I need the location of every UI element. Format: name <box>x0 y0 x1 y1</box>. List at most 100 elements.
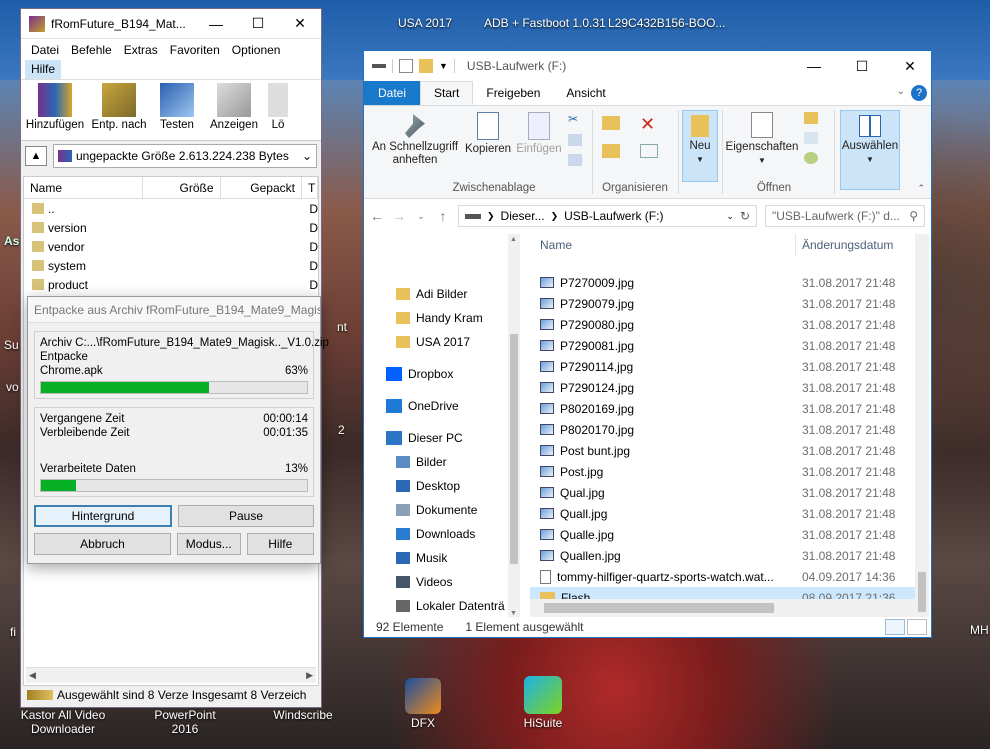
details-view-icon[interactable] <box>885 619 905 635</box>
file-row[interactable]: Qualle.jpg 31.08.2017 21:48 <box>530 524 928 545</box>
file-row[interactable]: P7290079.jpg 31.08.2017 21:48 <box>530 293 928 314</box>
scroll-right-icon[interactable]: ▶ <box>306 670 313 681</box>
file-row[interactable]: Qual.jpg 31.08.2017 21:48 <box>530 482 928 503</box>
file-row[interactable]: Quallen.jpg 31.08.2017 21:48 <box>530 545 928 566</box>
file-row[interactable]: P7290114.jpg 31.08.2017 21:48 <box>530 356 928 377</box>
tab-ansicht[interactable]: Ansicht <box>553 81 618 105</box>
scrollbar-thumb[interactable] <box>544 603 774 613</box>
menu-favoriten[interactable]: Favoriten <box>164 41 226 60</box>
breadcrumb-segment[interactable]: USB-Laufwerk (F:) <box>564 209 720 223</box>
minimize-icon[interactable]: — <box>793 51 835 81</box>
desktop-icon-hisuite[interactable]: HiSuite <box>498 676 588 730</box>
delete-icon[interactable]: ✕ <box>640 114 655 135</box>
paste-shortcut-icon[interactable] <box>568 154 582 166</box>
extract-to-button[interactable]: Entp. nach <box>89 80 149 140</box>
desktop-icon-label[interactable]: ADB + Fastboot 1.0.31 <box>484 16 606 30</box>
close-icon[interactable]: ✕ <box>889 51 931 81</box>
menu-hilfe[interactable]: Hilfe <box>25 60 62 79</box>
content-scrollbar[interactable] <box>915 234 929 619</box>
cancel-button[interactable]: Abbruch <box>34 533 171 555</box>
tab-datei[interactable]: Datei <box>364 81 421 105</box>
menu-datei[interactable]: Datei <box>25 41 65 60</box>
list-item[interactable]: version D <box>24 218 318 237</box>
file-row[interactable]: Post.jpg 31.08.2017 21:48 <box>530 461 928 482</box>
copy-path-icon[interactable] <box>568 134 582 146</box>
nav-item[interactable]: USA 2017 <box>364 330 520 354</box>
tab-start[interactable]: Start <box>420 81 474 105</box>
nav-item[interactable]: OneDrive <box>364 394 520 418</box>
list-item[interactable]: .. D <box>24 199 318 218</box>
breadcrumb-segment[interactable]: Dieser... <box>501 209 545 223</box>
properties-icon[interactable] <box>399 59 413 73</box>
path-combo[interactable]: ungepackte Größe 2.613.224.238 Bytes ⌄ <box>53 144 317 168</box>
list-item[interactable]: system D <box>24 256 318 275</box>
file-row[interactable]: Quall.jpg 31.08.2017 21:48 <box>530 503 928 524</box>
menu-optionen[interactable]: Optionen <box>226 41 287 60</box>
file-row[interactable]: P7270009.jpg 31.08.2017 21:48 <box>530 272 928 293</box>
file-row[interactable]: P7290081.jpg 31.08.2017 21:48 <box>530 335 928 356</box>
up-icon[interactable]: ↑ <box>436 208 450 224</box>
recent-locations-icon[interactable]: ⌄ <box>414 211 428 222</box>
nav-item[interactable]: Lokaler Datenträ <box>364 594 520 618</box>
pause-button[interactable]: Pause <box>178 505 314 527</box>
scroll-left-icon[interactable]: ◀ <box>29 670 36 681</box>
column-size[interactable]: Größe <box>143 177 221 198</box>
explorer-titlebar[interactable]: ▼ USB-Laufwerk (F:) — ☐ ✕ <box>364 51 931 81</box>
nav-item[interactable]: Dropbox <box>364 362 520 386</box>
select-button[interactable]: Auswählen ▼ <box>840 110 900 190</box>
collapse-ribbon-icon[interactable]: ⌃ <box>917 183 925 194</box>
desktop-icon-dfx[interactable]: DFX <box>378 678 468 730</box>
nav-item[interactable]: Dokumente <box>364 498 520 522</box>
column-type[interactable]: T <box>302 177 318 198</box>
scroll-up-icon[interactable]: ▲ <box>510 236 517 243</box>
nav-item[interactable]: Videos <box>364 570 520 594</box>
rename-icon[interactable] <box>640 144 658 158</box>
menu-extras[interactable]: Extras <box>118 41 164 60</box>
column-packed[interactable]: Gepackt <box>221 177 302 198</box>
paste-button[interactable]: Einfügen <box>514 112 564 156</box>
large-icons-view-icon[interactable] <box>907 619 927 635</box>
scroll-down-icon[interactable]: ▼ <box>510 610 517 617</box>
help-icon[interactable]: ? <box>911 85 927 101</box>
open-icon[interactable] <box>804 112 818 124</box>
desktop-icon-label[interactable]: L29C432B156-BOO... <box>608 16 725 30</box>
horizontal-scrollbar[interactable]: ◀ ▶ <box>26 667 316 683</box>
file-row[interactable]: P7290080.jpg 31.08.2017 21:48 <box>530 314 928 335</box>
move-to-button[interactable] <box>602 116 620 130</box>
cut-icon[interactable]: ✂ <box>568 112 582 126</box>
file-row[interactable]: P7290124.jpg 31.08.2017 21:48 <box>530 377 928 398</box>
tab-freigeben[interactable]: Freigeben <box>473 81 553 105</box>
forward-icon[interactable]: → <box>392 208 406 224</box>
column-name[interactable]: Name <box>24 177 144 198</box>
nav-item[interactable]: Bilder <box>364 450 520 474</box>
new-folder-icon[interactable] <box>419 59 433 73</box>
scrollbar-thumb[interactable] <box>510 334 518 564</box>
search-input[interactable]: "USB-Laufwerk (F:)" d... ⚲ <box>765 205 925 227</box>
file-row[interactable]: P8020170.jpg 31.08.2017 21:48 <box>530 419 928 440</box>
column-date[interactable]: Änderungsdatum <box>796 238 893 252</box>
list-item[interactable]: product D <box>24 275 318 294</box>
up-folder-icon[interactable]: ▲ <box>25 146 47 166</box>
desktop-icon-label[interactable]: USA 2017 <box>398 16 452 30</box>
help-button[interactable]: Hilfe <box>246 533 314 555</box>
test-button[interactable]: Testen <box>149 80 205 140</box>
winrar-titlebar[interactable]: fRomFuture_B194_Mat... — ☐ ✕ <box>21 9 321 39</box>
close-icon[interactable]: ✕ <box>279 9 321 39</box>
file-row[interactable]: P8020169.jpg 31.08.2017 21:48 <box>530 398 928 419</box>
file-row[interactable]: Post bunt.jpg 31.08.2017 21:48 <box>530 440 928 461</box>
nav-item[interactable]: Handy Kram <box>364 306 520 330</box>
dialog-title[interactable]: Entpacke aus Archiv fRomFuture_B194_Mate… <box>28 297 320 323</box>
menu-befehle[interactable]: Befehle <box>65 41 118 60</box>
horizontal-scrollbar[interactable] <box>530 599 915 617</box>
navigation-scrollbar[interactable]: ▲ ▼ <box>508 234 520 619</box>
maximize-icon[interactable]: ☐ <box>841 51 883 81</box>
history-icon[interactable] <box>804 152 818 164</box>
list-item[interactable]: vendor D <box>24 237 318 256</box>
copy-button[interactable]: Kopieren <box>464 112 512 156</box>
address-bar[interactable]: ❯ Dieser... ❯ USB-Laufwerk (F:) ⌄ ↻ <box>458 205 757 227</box>
nav-item[interactable]: Musik <box>364 546 520 570</box>
refresh-icon[interactable]: ↻ <box>740 209 750 223</box>
customize-toolbar-icon[interactable]: ▼ <box>439 61 448 71</box>
nav-item[interactable]: Desktop <box>364 474 520 498</box>
chevron-down-icon[interactable]: ⌄ <box>726 211 734 222</box>
